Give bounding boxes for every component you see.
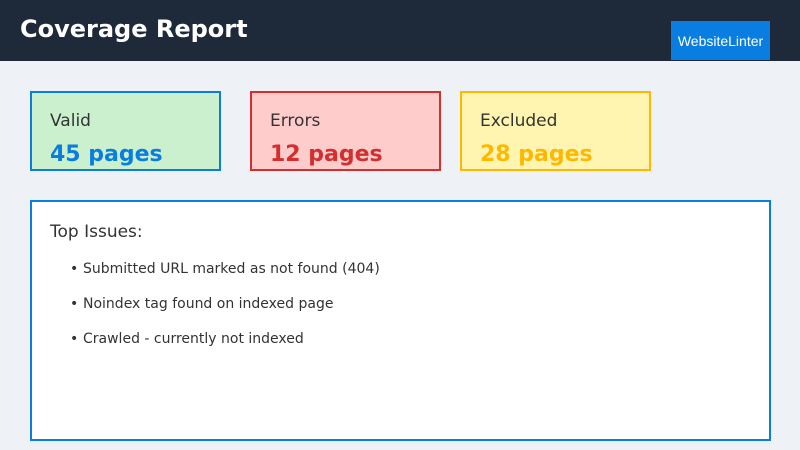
excluded-card: Excluded 28 pages xyxy=(460,91,651,171)
top-issues-panel: Top Issues: • Submitted URL marked as not… xyxy=(30,200,771,441)
bullet-icon: • xyxy=(70,296,79,312)
page-title: Coverage Report xyxy=(20,15,248,43)
issue-item: • Crawled - currently not indexed xyxy=(70,328,380,363)
excluded-label: Excluded xyxy=(480,111,558,131)
valid-card: Valid 45 pages xyxy=(30,91,221,171)
issue-item: • Noindex tag found on indexed page xyxy=(70,293,380,328)
errors-label: Errors xyxy=(270,111,321,131)
errors-card: Errors 12 pages xyxy=(250,91,441,171)
app-header: Coverage Report WebsiteLinter xyxy=(0,0,800,61)
websitelinter-button[interactable]: WebsiteLinter xyxy=(671,21,770,60)
valid-label: Valid xyxy=(50,111,91,131)
errors-count: 12 pages xyxy=(270,142,383,167)
bullet-icon: • xyxy=(70,261,79,277)
bullet-icon: • xyxy=(70,331,79,347)
issue-text: Noindex tag found on indexed page xyxy=(83,296,334,312)
issue-item: • Submitted URL marked as not found (404) xyxy=(70,258,380,293)
issue-text: Crawled - currently not indexed xyxy=(83,331,304,347)
excluded-count: 28 pages xyxy=(480,142,593,167)
issues-list: • Submitted URL marked as not found (404)… xyxy=(70,258,380,363)
top-issues-title: Top Issues: xyxy=(50,222,143,242)
issue-text: Submitted URL marked as not found (404) xyxy=(83,261,380,277)
valid-count: 45 pages xyxy=(50,142,163,167)
